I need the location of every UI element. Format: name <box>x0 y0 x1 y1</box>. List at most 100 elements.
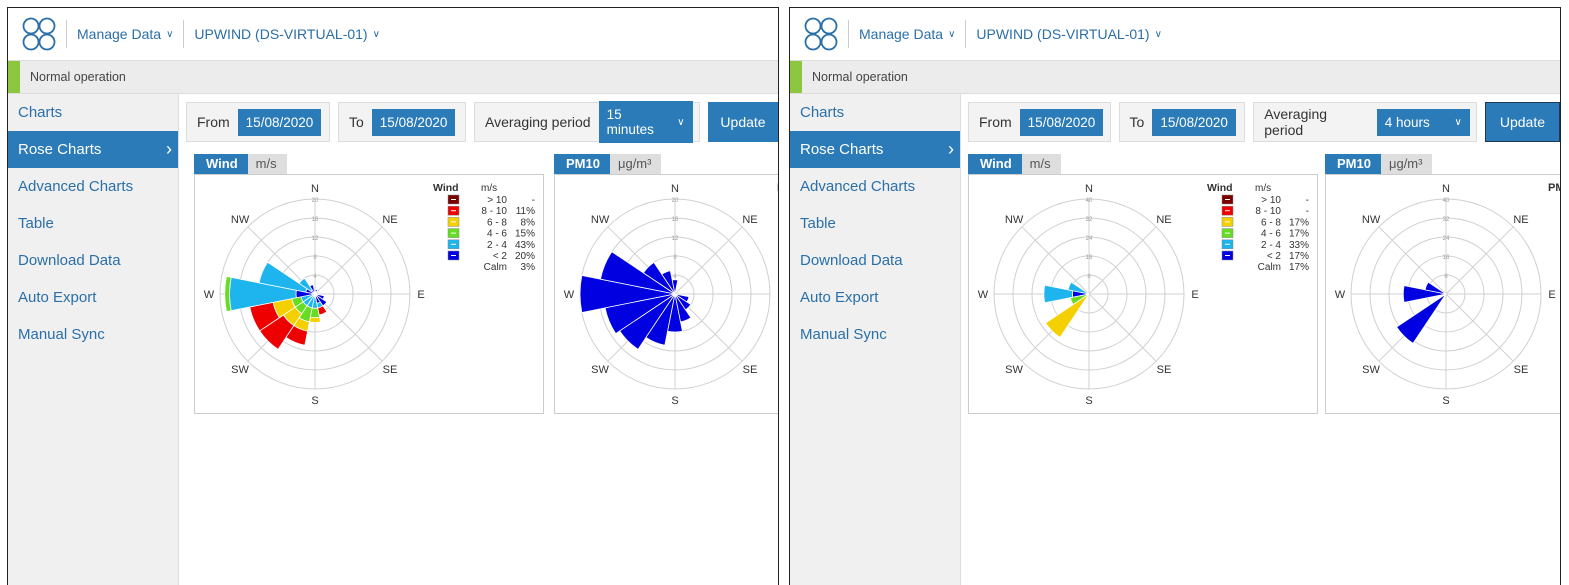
wind-unit-tab[interactable]: m/s <box>247 154 287 174</box>
compass-label-w: W <box>204 289 215 301</box>
compass-label-se: SE <box>1157 364 1172 376</box>
sidebar-item-advanced-charts[interactable]: Advanced Charts <box>790 168 960 205</box>
pm10-tab[interactable]: PM10 <box>1325 154 1381 174</box>
compass-label-e: E <box>1191 289 1198 301</box>
legend-value: 15% <box>515 229 535 240</box>
legend-value: 20% <box>515 251 535 262</box>
legend-label: 6 - 8 <box>1261 217 1281 228</box>
chevron-down-icon: ∨ <box>677 116 685 128</box>
compass-label-s: S <box>1442 395 1449 407</box>
averaging-period-select[interactable]: 15 minutes ∨ <box>598 101 693 143</box>
grid-spoke <box>1088 293 1157 362</box>
chevron-down-icon: ∨ <box>948 28 956 40</box>
legend-value: 17% <box>1289 262 1309 273</box>
status-indicator <box>8 61 20 93</box>
pm10-tab[interactable]: PM10 <box>554 154 610 174</box>
to-date-input[interactable]: 15/08/2020 <box>371 108 456 136</box>
sidebar-item-label: Download Data <box>800 252 903 269</box>
compass-label-sw: SW <box>1362 364 1380 376</box>
status-indicator <box>790 61 802 93</box>
from-date-input[interactable]: 15/08/2020 <box>1019 108 1104 136</box>
to-control: To 15/08/2020 <box>1118 102 1246 142</box>
sidebar: Charts Rose Charts › Advanced Charts Tabl… <box>8 94 179 585</box>
pm10-unit-tab[interactable]: μg/m³ <box>1380 154 1433 174</box>
grid-spoke <box>314 226 383 295</box>
compass-label-s: S <box>671 395 678 407</box>
sidebar-item-table[interactable]: Table <box>8 205 178 242</box>
app-logo-icon <box>804 17 838 51</box>
wind-tab[interactable]: Wind <box>968 154 1022 174</box>
main-content: From 15/08/2020 To 15/08/2020 Averaging … <box>968 102 1560 585</box>
to-date-input[interactable]: 15/08/2020 <box>1152 108 1236 136</box>
status-bar: Normal operation <box>8 61 778 94</box>
sidebar-item-auto-export[interactable]: Auto Export <box>8 279 178 316</box>
device-label: UPWIND (DS-VIRTUAL-01) <box>194 26 368 42</box>
wind-unit-tab[interactable]: m/s <box>1021 154 1061 174</box>
compass-label-e: E <box>1548 289 1555 301</box>
sidebar-item-advanced-charts[interactable]: Advanced Charts <box>8 168 178 205</box>
legend-label: 4 - 6 <box>1261 229 1281 240</box>
compass-label-nw: NW <box>1005 214 1024 226</box>
compass-label-e: E <box>777 289 779 301</box>
compass-label-w: W <box>564 289 575 301</box>
grid-spoke <box>1445 226 1514 295</box>
legend-value: 11% <box>516 206 535 217</box>
sidebar-item-label: Auto Export <box>800 289 879 306</box>
compass-label-n: N <box>1085 183 1093 195</box>
manage-data-menu[interactable]: Manage Data ∨ <box>848 20 965 48</box>
wind-tab[interactable]: Wind <box>194 154 248 174</box>
chevron-down-icon: ∨ <box>1454 116 1462 128</box>
sidebar-item-auto-export[interactable]: Auto Export <box>790 279 960 316</box>
sidebar: Charts Rose Charts › Advanced Charts Tabl… <box>790 94 961 585</box>
sidebar-item-manual-sync[interactable]: Manual Sync <box>8 316 178 353</box>
sidebar-item-charts[interactable]: Charts <box>8 94 178 131</box>
legend-label: > 10 <box>1261 195 1281 206</box>
averaging-label: Averaging period <box>1264 106 1328 138</box>
sidebar-item-rose-charts[interactable]: Rose Charts › <box>8 131 178 168</box>
device-menu[interactable]: UPWIND (DS-VIRTUAL-01) ∨ <box>965 20 1172 48</box>
pm10-unit-tab[interactable]: μg/m³ <box>609 154 662 174</box>
sidebar-item-download-data[interactable]: Download Data <box>790 242 960 279</box>
sidebar-item-label: Manual Sync <box>800 326 887 343</box>
filter-controls: From 15/08/2020 To 15/08/2020 Averaging … <box>968 102 1560 144</box>
grid-spoke <box>674 226 743 295</box>
top-bar: Manage Data ∨ UPWIND (DS-VIRTUAL-01) ∨ <box>790 8 1560 61</box>
from-label: From <box>979 114 1012 130</box>
wind-chart-tabs: Wind m/s <box>194 154 287 174</box>
compass-label-s: S <box>311 395 318 407</box>
sidebar-item-table[interactable]: Table <box>790 205 960 242</box>
grid-spoke <box>1445 293 1514 362</box>
compass-label-ne: NE <box>1513 214 1528 226</box>
to-control: To 15/08/2020 <box>338 102 466 142</box>
compass-label-nw: NW <box>1362 214 1381 226</box>
sidebar-item-charts[interactable]: Charts <box>790 94 960 131</box>
sidebar-item-label: Manual Sync <box>18 326 105 343</box>
legend-value: 33% <box>1289 240 1309 251</box>
top-bar: Manage Data ∨ UPWIND (DS-VIRTUAL-01) ∨ <box>8 8 778 61</box>
update-button[interactable]: Update <box>708 102 778 142</box>
legend-title: Wind <box>1207 182 1233 194</box>
to-label: To <box>1129 114 1145 130</box>
legend-label: Calm <box>484 262 507 273</box>
manage-data-menu[interactable]: Manage Data ∨ <box>66 20 183 48</box>
sidebar-item-manual-sync[interactable]: Manual Sync <box>790 316 960 353</box>
sidebar-item-rose-charts[interactable]: Rose Charts › <box>790 131 960 168</box>
chevron-down-icon: ∨ <box>1154 28 1162 40</box>
legend-value: - <box>1306 195 1309 206</box>
legend-label: 8 - 10 <box>1255 206 1281 217</box>
wind-chart-tabs: Wind m/s <box>968 154 1061 174</box>
from-date-input[interactable]: 15/08/2020 <box>237 108 322 136</box>
legend-value: 8% <box>521 217 536 228</box>
device-menu[interactable]: UPWIND (DS-VIRTUAL-01) ∨ <box>183 20 390 48</box>
update-button[interactable]: Update <box>1484 102 1560 142</box>
rose-wedge <box>308 316 322 323</box>
compass-label-ne: NE <box>742 214 757 226</box>
legend-label: > 10 <box>487 195 507 206</box>
cut-off-label: P <box>777 182 779 194</box>
legend-title: Wind <box>433 182 459 194</box>
sidebar-item-download-data[interactable]: Download Data <box>8 242 178 279</box>
manage-data-label: Manage Data <box>859 26 944 42</box>
averaging-period-select[interactable]: 4 hours ∨ <box>1376 108 1470 136</box>
manage-data-label: Manage Data <box>77 26 162 42</box>
app-window-1: Manage Data ∨ UPWIND (DS-VIRTUAL-01) ∨ N… <box>7 7 779 585</box>
